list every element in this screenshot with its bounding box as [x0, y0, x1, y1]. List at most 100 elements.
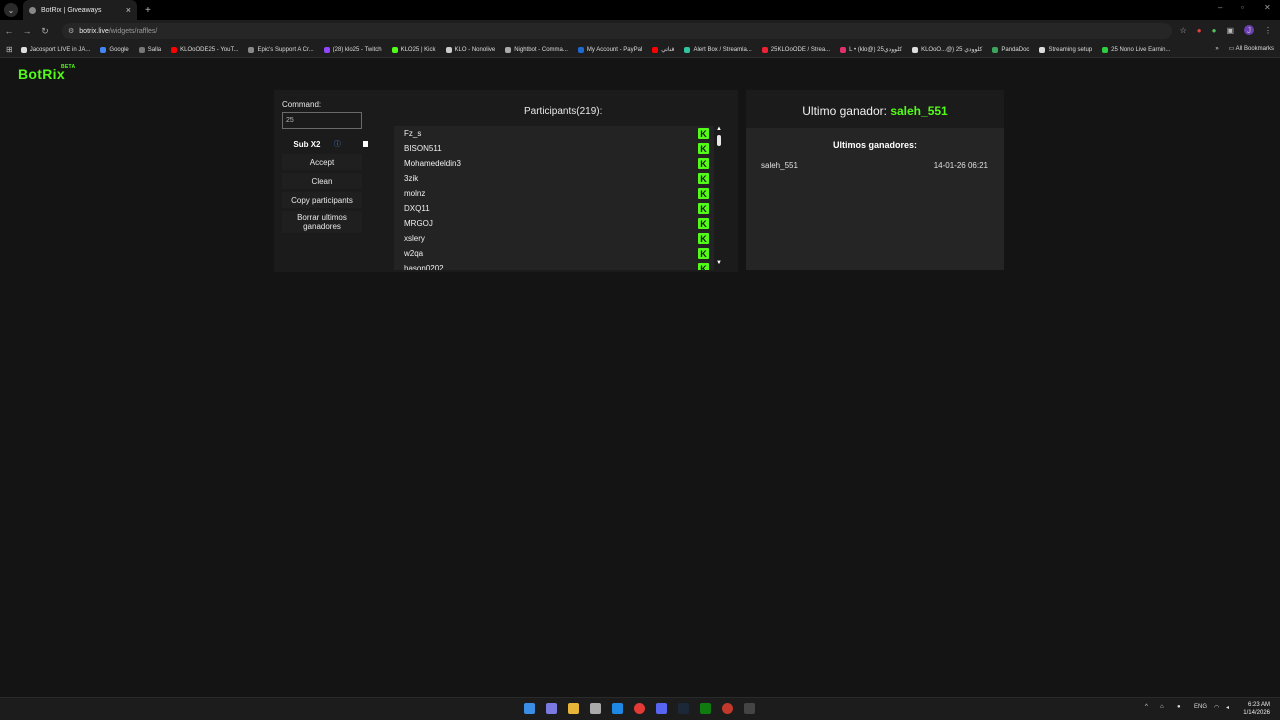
scroll-down-icon[interactable]: ▼: [716, 260, 722, 266]
clear-winners-button[interactable]: Borrar ultimos ganadores: [282, 211, 362, 233]
accept-button[interactable]: Accept: [282, 154, 362, 170]
copy-participants-button[interactable]: Copy participants: [282, 192, 362, 208]
list-item[interactable]: Mohamedeldin3 K: [394, 156, 714, 171]
language-indicator[interactable]: ENG: [1194, 704, 1207, 710]
tab-search-icon[interactable]: ⌄: [4, 3, 18, 17]
tab-close-icon[interactable]: ×: [126, 5, 131, 15]
profile-avatar[interactable]: J: [1244, 25, 1254, 35]
kick-icon: K: [698, 233, 709, 244]
store-icon[interactable]: [590, 703, 601, 714]
reload-icon[interactable]: ↻: [36, 26, 54, 37]
mail-icon[interactable]: [612, 703, 623, 714]
app-icon[interactable]: [722, 703, 733, 714]
bookmarks-bar: ⊞ Jacosport LIVE in JA... Google Salla K…: [0, 42, 1280, 58]
bookmark-item[interactable]: Nightbot - Comma...: [505, 46, 568, 53]
list-item[interactable]: hason0202 K: [394, 261, 714, 270]
sub-x2-checkbox[interactable]: [362, 141, 368, 147]
file-explorer-icon[interactable]: [568, 703, 579, 714]
bookmark-item[interactable]: KLO - Nonolive: [445, 46, 495, 53]
raffle-panel: Command: Sub X2 ⓘ Accept Clean Copy part…: [274, 90, 738, 272]
tray-overflow-icon[interactable]: ^: [1145, 704, 1148, 710]
close-window-icon[interactable]: ✕: [1264, 3, 1271, 12]
extensions-puzzle-icon[interactable]: ▣: [1226, 26, 1234, 35]
browser-toolbar: ← → ↻ ⚙ botrix.live/widgets/raffles/: [0, 20, 1280, 42]
copilot-icon[interactable]: [546, 703, 557, 714]
kick-icon: K: [698, 218, 709, 229]
windows-taskbar: ^ ⌂ ● ENG ◠ ◂ 6:23 AM 1/14/2026: [0, 697, 1280, 720]
bookmark-item[interactable]: PandaDoc: [992, 46, 1029, 53]
bookmark-item[interactable]: My Account - PayPal: [577, 46, 642, 53]
system-clock[interactable]: 6:23 AM 1/14/2026: [1243, 701, 1270, 717]
kick-icon: K: [698, 248, 709, 259]
xbox-icon[interactable]: [700, 703, 711, 714]
maximize-icon[interactable]: ▫: [1241, 3, 1244, 12]
bookmark-item[interactable]: KLO25 | Kick: [391, 46, 436, 53]
chrome-icon[interactable]: [634, 703, 645, 714]
bookmark-item[interactable]: Epic's Support A Cr...: [248, 46, 314, 53]
participants-title: Participants(219):: [524, 106, 603, 117]
steam-icon[interactable]: [678, 703, 689, 714]
participants-list[interactable]: Fz_s K BISON511 K Mohamedeldin3 K 3zik K mol…: [394, 126, 714, 270]
bookmark-item[interactable]: Jacosport LIVE in JA...: [20, 46, 90, 53]
bookmark-item[interactable]: قناتي: [652, 46, 674, 53]
minimize-icon[interactable]: –: [1218, 3, 1222, 12]
list-item[interactable]: molnz K: [394, 186, 714, 201]
clean-button[interactable]: Clean: [282, 173, 362, 189]
all-bookmarks[interactable]: » ▭ All Bookmarks: [1215, 45, 1274, 52]
scroll-up-icon[interactable]: ▲: [716, 126, 722, 132]
app-icon[interactable]: [744, 703, 755, 714]
discord-icon[interactable]: [656, 703, 667, 714]
sub-x2-row: Sub X2 ⓘ: [282, 138, 368, 150]
apps-icon[interactable]: ⊞: [6, 45, 13, 54]
toolbar-right: ☆ ● ● ▣ J ⋮: [1180, 25, 1272, 35]
bookmark-item[interactable]: KLOoODE25 - YouT...: [171, 46, 238, 53]
bookmark-item[interactable]: Salla: [138, 46, 161, 53]
tab-title: BotRix | Giveaways: [41, 6, 102, 14]
list-item[interactable]: BISON511 K: [394, 141, 714, 156]
participants-scrollbar[interactable]: ▲ ▼: [714, 126, 724, 270]
list-item[interactable]: Fz_s K: [394, 126, 714, 141]
wifi-icon[interactable]: ◠: [1214, 704, 1219, 711]
browser-tab[interactable]: BotRix | Giveaways ×: [23, 0, 137, 20]
botrix-logo[interactable]: BotRix BETA: [18, 64, 75, 82]
kick-icon: K: [698, 203, 709, 214]
bookmark-item[interactable]: Google: [100, 46, 129, 53]
bookmark-item[interactable]: 25KLOoODE / Strea...: [761, 46, 830, 53]
bookmark-item[interactable]: Alert Box / Streamla...: [684, 46, 752, 53]
address-bar[interactable]: ⚙ botrix.live/widgets/raffles/: [62, 23, 1172, 39]
kick-icon: K: [698, 263, 709, 270]
bookmark-star-icon[interactable]: ☆: [1180, 26, 1187, 35]
last-winner-name: saleh_551: [890, 104, 948, 118]
site-info-icon[interactable]: ⚙: [68, 27, 74, 35]
list-item[interactable]: xslery K: [394, 231, 714, 246]
last-winner-label: Ultimo ganador:: [802, 104, 887, 118]
clock-date: 1/14/2026: [1243, 710, 1270, 716]
forward-icon[interactable]: →: [18, 26, 36, 36]
info-icon[interactable]: ⓘ: [334, 139, 341, 149]
network-icon[interactable]: ⌂: [1160, 704, 1164, 710]
extension-icon[interactable]: ●: [1197, 26, 1202, 35]
bookmark-item[interactable]: L • (klo@) كلوودي25: [840, 46, 902, 53]
browser-menu-icon[interactable]: ⋮: [1264, 26, 1272, 35]
new-tab-icon[interactable]: +: [145, 5, 151, 16]
scroll-thumb[interactable]: [717, 135, 721, 146]
list-item[interactable]: w2qa K: [394, 246, 714, 261]
list-item[interactable]: DXQ11 K: [394, 201, 714, 216]
bookmark-item[interactable]: 25 Nono Live Earnin...: [1102, 46, 1171, 53]
command-input[interactable]: [282, 112, 362, 129]
microphone-icon[interactable]: ●: [1177, 704, 1181, 710]
kick-icon: K: [698, 158, 709, 169]
url-host: botrix.live: [79, 27, 109, 35]
beta-badge: BETA: [61, 64, 76, 70]
volume-icon[interactable]: ◂: [1226, 704, 1229, 711]
kick-icon: K: [698, 128, 709, 139]
bookmark-item[interactable]: KLOoO...@) كلوودي 25: [912, 46, 982, 53]
browser-tab-bar: ⌄ BotRix | Giveaways × +: [0, 0, 1280, 20]
list-item[interactable]: 3zik K: [394, 171, 714, 186]
list-item[interactable]: MRGOJ K: [394, 216, 714, 231]
extension-icon[interactable]: ●: [1212, 26, 1217, 35]
start-icon[interactable]: [524, 703, 535, 714]
bookmark-item[interactable]: Streaming setup: [1039, 46, 1092, 53]
back-icon[interactable]: ←: [0, 26, 18, 36]
bookmark-item[interactable]: (28) klo25 - Twitch: [323, 46, 382, 53]
